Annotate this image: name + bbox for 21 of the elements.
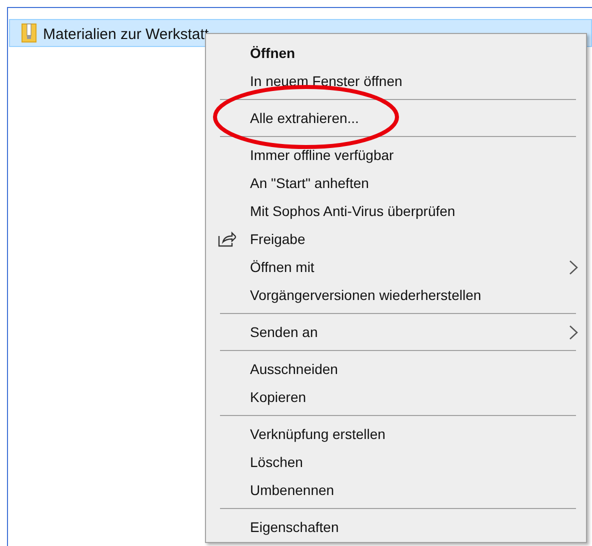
share-icon (218, 231, 236, 247)
menu-item[interactable]: Ausschneiden (208, 355, 584, 383)
menu-item[interactable]: Immer offline verfügbar (208, 141, 584, 169)
submenu-chevron-icon (569, 260, 578, 275)
menu-item[interactable]: Kopieren (208, 383, 584, 411)
menu-item[interactable]: Öffnen (208, 39, 584, 67)
menu-item[interactable]: Vorgängerversionen wiederherstellen (208, 281, 584, 309)
menu-item[interactable]: Alle extrahieren... (208, 104, 584, 132)
menu-item[interactable]: Freigabe (208, 225, 584, 253)
menu-item[interactable]: Mit Sophos Anti-Virus überprüfen (208, 197, 584, 225)
menu-item[interactable]: Verknüpfung erstellen (208, 420, 584, 448)
submenu-chevron-icon (569, 325, 578, 340)
menu-item[interactable]: Umbenennen (208, 476, 584, 504)
menu-item[interactable]: Eigenschaften (208, 513, 584, 541)
menu-item[interactable]: Öffnen mit (208, 253, 584, 281)
menu-item[interactable]: In neuem Fenster öffnen (208, 67, 584, 95)
zip-folder-icon (21, 23, 37, 43)
file-name: Materialien zur Werkstatt (43, 25, 209, 45)
menu-item[interactable]: Löschen (208, 448, 584, 476)
menu-item[interactable]: Senden an (208, 318, 584, 346)
menu-item[interactable]: An "Start" anheften (208, 169, 584, 197)
